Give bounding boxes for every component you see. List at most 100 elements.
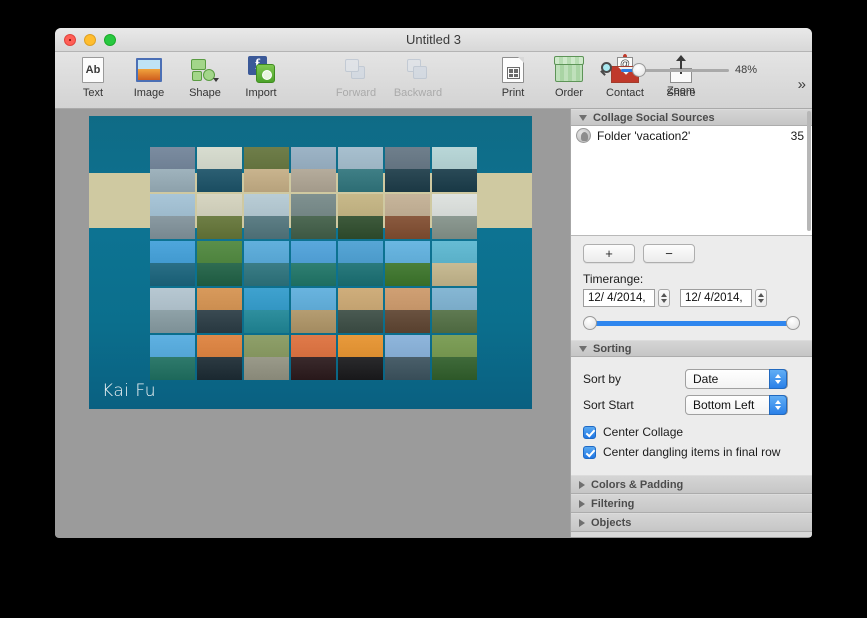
checkbox-row-center-collage[interactable]: Center Collage	[571, 422, 812, 442]
remove-source-button[interactable]: −	[643, 244, 695, 263]
photo-tile[interactable]	[150, 288, 195, 333]
toolbar-button-shape[interactable]: Shape	[177, 52, 233, 99]
photo-tile[interactable]	[432, 241, 477, 286]
disclosure-triangle-right-icon[interactable]	[579, 499, 585, 508]
zoom-slider[interactable]	[621, 63, 729, 77]
timerange-start-stepper[interactable]	[658, 289, 670, 307]
disclosure-triangle-right-icon[interactable]	[579, 518, 585, 527]
photo-tile-sky	[197, 241, 242, 263]
photo-tile[interactable]	[197, 147, 242, 192]
photo-tile-land	[291, 168, 336, 192]
section-header-collage-social-sources[interactable]: Collage Social Sources	[571, 109, 812, 126]
photo-tile[interactable]	[244, 288, 289, 333]
disclosure-triangle-right-icon[interactable]	[579, 480, 585, 489]
backward-icon	[405, 55, 431, 85]
photo-tile[interactable]	[197, 194, 242, 239]
photo-tile[interactable]	[291, 288, 336, 333]
photo-tile[interactable]	[244, 194, 289, 239]
photo-tile[interactable]	[385, 147, 430, 192]
photo-tile[interactable]	[385, 194, 430, 239]
photo-tile-sky	[432, 288, 477, 310]
magnifier-icon[interactable]	[599, 62, 615, 78]
toolbar-label-backward: Backward	[393, 87, 443, 99]
photo-tile[interactable]	[291, 335, 336, 380]
photo-tile[interactable]	[291, 147, 336, 192]
range-knob-right[interactable]	[786, 316, 800, 330]
photo-tile-land	[197, 356, 242, 380]
sidebar-scrollbar[interactable]	[807, 109, 812, 339]
maximize-button[interactable]	[104, 34, 116, 46]
photo-tile[interactable]	[291, 241, 336, 286]
photo-tile[interactable]	[150, 241, 195, 286]
photo-tile[interactable]	[150, 194, 195, 239]
photo-tile[interactable]	[150, 335, 195, 380]
add-source-button[interactable]: +	[583, 244, 635, 263]
photo-tile-sky	[150, 147, 195, 169]
photo-tile[interactable]	[385, 335, 430, 380]
disclosure-triangle-down-icon[interactable]	[579, 114, 587, 121]
photo-tile-sky	[385, 335, 430, 357]
timerange-range-slider[interactable]	[583, 315, 800, 331]
photo-tile[interactable]	[291, 194, 336, 239]
checkbox-center-dangling[interactable]	[583, 445, 596, 459]
photo-tile[interactable]	[244, 147, 289, 192]
toolbar-button-backward[interactable]: Backward	[387, 52, 449, 99]
list-item[interactable]: Folder 'vacation2' 35	[571, 126, 812, 145]
photo-tile[interactable]	[150, 147, 195, 192]
photo-tile-sky	[385, 288, 430, 310]
timerange-end-input[interactable]: 12/ 4/2014,	[680, 289, 752, 307]
sort-start-select[interactable]: Bottom Left	[685, 395, 788, 415]
photo-tile-sky	[338, 147, 383, 169]
photo-tile[interactable]	[197, 335, 242, 380]
section-header-filtering[interactable]: Filtering	[571, 494, 812, 513]
toolbar-button-image[interactable]: Image	[121, 52, 177, 99]
photo-tile-sky	[244, 147, 289, 169]
collage-canvas[interactable]: Kai Fu	[55, 109, 570, 537]
sort-by-select[interactable]: Date	[685, 369, 788, 389]
photo-tile[interactable]	[244, 335, 289, 380]
chevron-updown-icon[interactable]	[769, 369, 787, 389]
toolbar-overflow-chevron-icon[interactable]: »	[798, 76, 806, 93]
photo-tile[interactable]	[244, 241, 289, 286]
checkbox-row-center-dangling[interactable]: Center dangling items in final row	[571, 442, 812, 462]
toolbar-button-text[interactable]: Ab Text	[65, 52, 121, 99]
timerange-end-stepper[interactable]	[755, 289, 767, 307]
photo-tile[interactable]	[432, 335, 477, 380]
section-header-colors-padding[interactable]: Colors & Padding	[571, 475, 812, 494]
photo-tile-land	[385, 356, 430, 380]
photo-tile[interactable]	[338, 241, 383, 286]
section-header-sorting[interactable]: Sorting	[571, 340, 812, 357]
toolbar: Ab Text Image Shape f Import Forward	[55, 52, 812, 109]
photo-tile[interactable]	[338, 335, 383, 380]
section-header-objects[interactable]: Objects	[571, 513, 812, 532]
collage-signature-text[interactable]: Kai Fu	[102, 381, 156, 401]
sort-start-row: Sort Start Bottom Left	[571, 392, 812, 418]
section-title-sorting: Sorting	[593, 342, 632, 355]
photo-tile[interactable]	[432, 147, 477, 192]
timerange-end-field[interactable]: 12/ 4/2014,	[680, 289, 767, 307]
checkbox-center-collage[interactable]	[583, 425, 596, 439]
photo-tile[interactable]	[197, 288, 242, 333]
range-knob-left[interactable]	[583, 316, 597, 330]
photo-tile[interactable]	[338, 288, 383, 333]
toolbar-button-import[interactable]: f Import	[233, 52, 289, 99]
timerange-start-input[interactable]: 12/ 4/2014,	[583, 289, 655, 307]
toolbar-button-print[interactable]: Print	[485, 52, 541, 99]
photo-tile[interactable]	[338, 147, 383, 192]
photo-tile[interactable]	[385, 288, 430, 333]
photo-tile-sky	[385, 194, 430, 216]
disclosure-triangle-down-icon[interactable]	[579, 345, 587, 352]
timerange-start-field[interactable]: 12/ 4/2014,	[583, 289, 670, 307]
chevron-updown-icon[interactable]	[769, 395, 787, 415]
photo-tile[interactable]	[432, 288, 477, 333]
photo-tile[interactable]	[197, 241, 242, 286]
sources-list[interactable]: Folder 'vacation2' 35	[571, 126, 812, 236]
toolbar-button-forward[interactable]: Forward	[325, 52, 387, 99]
scrollbar-thumb[interactable]	[807, 111, 811, 231]
photo-tile[interactable]	[432, 194, 477, 239]
photo-tile[interactable]	[338, 194, 383, 239]
close-button[interactable]	[64, 34, 76, 46]
collage-artboard[interactable]: Kai Fu	[89, 116, 532, 409]
minimize-button[interactable]	[84, 34, 96, 46]
photo-tile[interactable]	[385, 241, 430, 286]
